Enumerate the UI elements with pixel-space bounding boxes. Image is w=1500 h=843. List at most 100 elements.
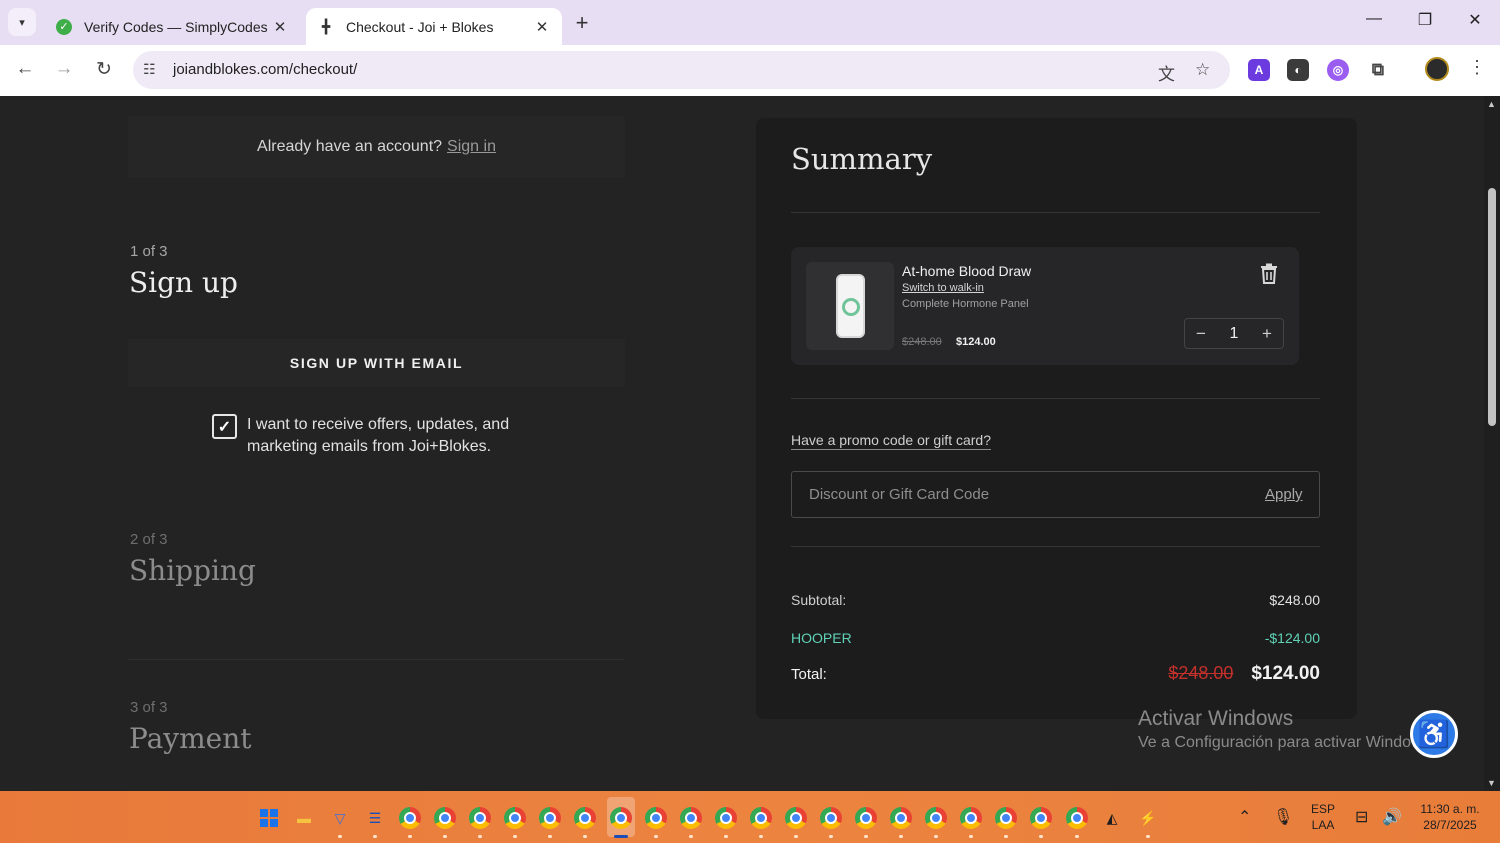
clock[interactable]: 11:30 a. m. 28/7/2025 bbox=[1412, 801, 1488, 833]
running-indicator bbox=[934, 835, 938, 838]
sign-up-with-email-button[interactable]: SIGN UP WITH EMAIL bbox=[128, 339, 625, 387]
step-3-title: Payment bbox=[129, 722, 252, 755]
app-bolt-icon[interactable]: ⚡ bbox=[1137, 807, 1159, 829]
running-indicator bbox=[443, 835, 447, 838]
close-window-button[interactable]: ✕ bbox=[1460, 10, 1490, 30]
chrome-icon[interactable] bbox=[855, 807, 877, 829]
translate-icon[interactable]: 文 bbox=[1158, 60, 1175, 85]
chrome-icon[interactable] bbox=[1066, 807, 1088, 829]
running-indicator bbox=[689, 835, 693, 838]
quantity-value[interactable]: 1 bbox=[1230, 325, 1239, 343]
windows-start-icon[interactable] bbox=[258, 807, 280, 829]
promo-code-field[interactable]: Discount or Gift Card Code Apply bbox=[791, 471, 1320, 518]
marketing-consent-label[interactable]: I want to receive offers, updates, and m… bbox=[247, 414, 537, 458]
running-indicator bbox=[513, 835, 517, 838]
marketing-consent-checkbox[interactable]: ✓ bbox=[212, 414, 237, 439]
clock-date: 28/7/2025 bbox=[1423, 818, 1477, 832]
chrome-icon[interactable] bbox=[995, 807, 1017, 829]
profile-avatar[interactable] bbox=[1425, 57, 1449, 81]
switch-to-walk-in-link[interactable]: Switch to walk-in bbox=[902, 282, 984, 294]
total-price: $124.00 bbox=[1251, 663, 1320, 684]
summary-title: Summary bbox=[791, 142, 933, 176]
site-settings-icon[interactable]: ☷ bbox=[143, 61, 156, 78]
new-tab-button[interactable]: + bbox=[570, 10, 594, 36]
chrome-icon[interactable] bbox=[680, 807, 702, 829]
chrome-icon[interactable] bbox=[645, 807, 667, 829]
chrome-icon[interactable] bbox=[1030, 807, 1052, 829]
accessibility-icon[interactable]: ♿ bbox=[1410, 710, 1458, 758]
cart-item: At-home Blood Draw Switch to walk-in Com… bbox=[791, 247, 1299, 365]
microphone-icon[interactable]: 🎙 bbox=[1273, 807, 1293, 827]
volume-icon[interactable]: 🔊 bbox=[1382, 807, 1402, 827]
tab-simplycodes[interactable]: ✓ Verify Codes — SimplyCodes ✕ bbox=[44, 8, 300, 45]
scroll-up-icon[interactable]: ▲ bbox=[1487, 99, 1496, 109]
summary-divider bbox=[791, 546, 1320, 547]
extension-mask-icon[interactable]: ◐ bbox=[1287, 59, 1309, 81]
total-original-price: $248.00 bbox=[1168, 663, 1234, 683]
chrome-icon[interactable] bbox=[715, 807, 737, 829]
trash-icon[interactable] bbox=[1258, 261, 1280, 285]
windows-activation-title: Activar Windows bbox=[1138, 707, 1294, 730]
tab-checkout[interactable]: ╋ Checkout - Joi + Blokes ✕ bbox=[306, 8, 562, 45]
restore-button[interactable]: ❐ bbox=[1410, 10, 1440, 30]
page-scrollbar[interactable]: ▲ ▼ bbox=[1484, 96, 1500, 791]
promo-code-placeholder[interactable]: Discount or Gift Card Code bbox=[809, 486, 989, 503]
joiblokes-icon: ╋ bbox=[322, 18, 330, 34]
running-indicator bbox=[1039, 835, 1043, 838]
sign-in-link[interactable]: Sign in bbox=[447, 138, 496, 156]
tab-title: Checkout - Joi + Blokes bbox=[346, 18, 494, 35]
chrome-icon[interactable] bbox=[434, 807, 456, 829]
chrome-icon[interactable] bbox=[574, 807, 596, 829]
file-explorer-icon[interactable]: ▬ bbox=[293, 807, 315, 829]
close-icon[interactable]: ✕ bbox=[534, 18, 550, 36]
extension-swirl-icon[interactable]: ◎ bbox=[1327, 59, 1349, 81]
input-language[interactable]: ESP LAA bbox=[1306, 801, 1340, 833]
running-indicator bbox=[1146, 835, 1150, 838]
reload-icon[interactable]: ↻ bbox=[92, 58, 116, 81]
menu-kebab-icon[interactable]: ⋮ bbox=[1468, 57, 1486, 78]
running-indicator bbox=[408, 835, 412, 838]
checkmark-icon: ✓ bbox=[217, 418, 232, 436]
scroll-down-icon[interactable]: ▼ bbox=[1487, 778, 1496, 788]
progress-ring bbox=[842, 298, 860, 316]
chrome-icon[interactable] bbox=[890, 807, 912, 829]
chrome-icon[interactable] bbox=[750, 807, 772, 829]
chrome-icon[interactable] bbox=[785, 807, 807, 829]
forward-arrow-icon[interactable]: → bbox=[52, 58, 76, 80]
phone-illustration bbox=[836, 274, 865, 338]
chrome-icon[interactable] bbox=[504, 807, 526, 829]
chrome-icon[interactable] bbox=[399, 807, 421, 829]
extensions-puzzle-icon[interactable]: ⧉ bbox=[1367, 59, 1389, 81]
apply-button[interactable]: Apply bbox=[1265, 486, 1303, 503]
running-indicator bbox=[759, 835, 763, 838]
minimize-button[interactable]: — bbox=[1359, 10, 1389, 28]
address-bar[interactable]: ☷ joiandblokes.com/checkout/ 文 ☆ bbox=[133, 51, 1230, 89]
scrollbar-thumb[interactable] bbox=[1488, 188, 1496, 426]
discount-value: -$124.00 bbox=[1264, 630, 1320, 646]
notes-app-icon[interactable]: ☰ bbox=[364, 807, 386, 829]
tray-chevron-up-icon[interactable]: ⌃ bbox=[1238, 807, 1251, 827]
language-code: ESP bbox=[1310, 802, 1335, 816]
chrome-icon[interactable] bbox=[820, 807, 842, 829]
chrome-icon[interactable] bbox=[610, 807, 632, 829]
decrement-button[interactable]: − bbox=[1193, 324, 1209, 344]
network-icon[interactable]: ⊟ bbox=[1355, 807, 1368, 827]
simplycodes-icon: ✓ bbox=[56, 18, 72, 35]
running-indicator bbox=[478, 835, 482, 838]
tab-search-button[interactable]: ▾ bbox=[8, 8, 36, 36]
back-arrow-icon[interactable]: ← bbox=[13, 58, 37, 80]
url-text[interactable]: joiandblokes.com/checkout/ bbox=[173, 61, 357, 78]
chrome-icon[interactable] bbox=[539, 807, 561, 829]
step-2-title: Shipping bbox=[129, 554, 256, 587]
chrome-icon[interactable] bbox=[469, 807, 491, 829]
chrome-icon[interactable] bbox=[960, 807, 982, 829]
running-indicator bbox=[1004, 835, 1008, 838]
bookmark-star-icon[interactable]: ☆ bbox=[1195, 60, 1210, 80]
extension-a-icon[interactable]: A bbox=[1248, 59, 1270, 81]
increment-button[interactable]: + bbox=[1259, 324, 1275, 344]
promo-code-toggle[interactable]: Have a promo code or gift card? bbox=[791, 432, 991, 450]
app-drive-icon[interactable]: ◭ bbox=[1101, 807, 1123, 829]
chrome-icon[interactable] bbox=[925, 807, 947, 829]
close-icon[interactable]: ✕ bbox=[272, 18, 288, 36]
vpn-app-icon[interactable]: ▽ bbox=[329, 807, 351, 829]
